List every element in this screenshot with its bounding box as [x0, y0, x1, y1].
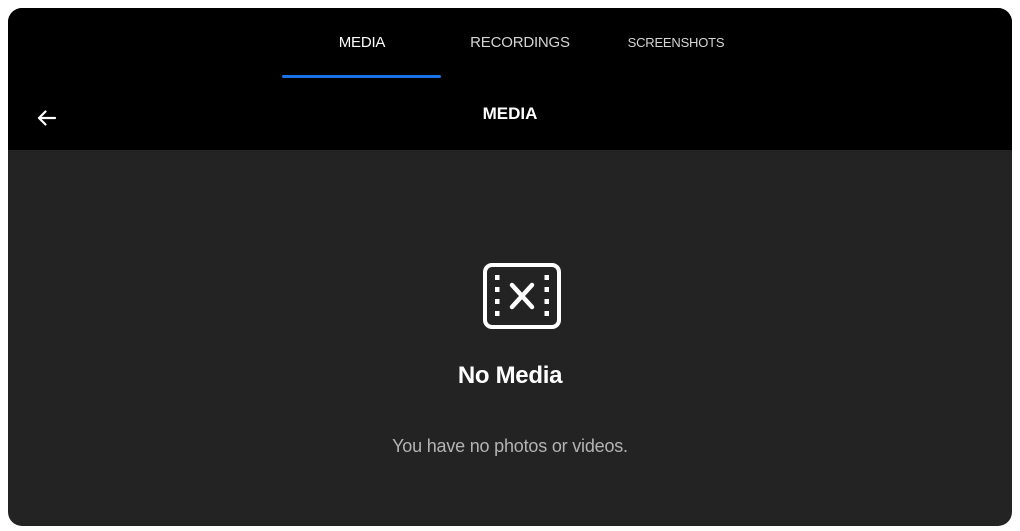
video-off-icon: [483, 263, 561, 329]
tab-media[interactable]: MEDIA: [282, 8, 442, 80]
active-tab-indicator: [282, 75, 441, 78]
tab-screenshots-label: SCREENSHOTS: [627, 34, 725, 50]
empty-state-message: You have no photos or videos.: [392, 436, 628, 456]
tab-bar: MEDIA RECORDINGS SCREENSHOTS: [8, 8, 1012, 80]
tab-recordings[interactable]: RECORDINGS: [442, 8, 598, 80]
page-header: MEDIA: [8, 82, 1012, 150]
media-screen: MEDIA RECORDINGS SCREENSHOTS MEDIA No Me…: [8, 8, 1012, 526]
tab-media-label: MEDIA: [338, 33, 386, 51]
top-bar: MEDIA RECORDINGS SCREENSHOTS MEDIA: [8, 8, 1012, 150]
empty-state-title: No Media: [457, 362, 563, 389]
tab-recordings-label: RECORDINGS: [470, 33, 570, 51]
page-title: MEDIA: [482, 104, 538, 123]
tab-screenshots[interactable]: SCREENSHOTS: [606, 8, 746, 80]
